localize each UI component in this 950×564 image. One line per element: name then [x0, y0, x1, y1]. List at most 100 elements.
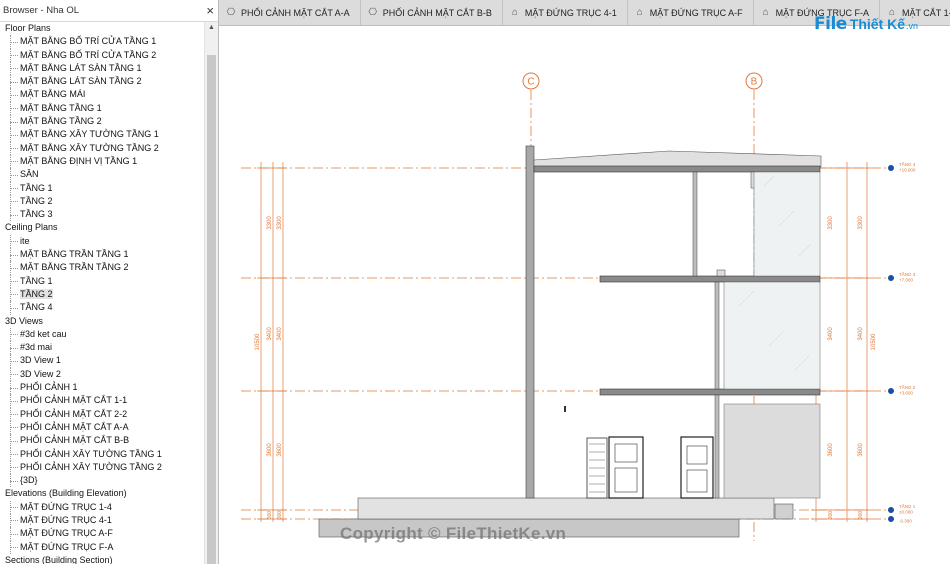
slab-level-2	[599, 388, 821, 396]
dim-label: 300	[277, 511, 283, 520]
3d-view-icon: ⎔	[226, 7, 236, 18]
browser-view-item[interactable]: MẶT ĐỨNG TRỤC 4-1	[0, 513, 204, 528]
exterior-wall	[525, 145, 535, 499]
browser-view-item[interactable]: PHỐI CẢNH MẶT CẮT B-B	[0, 434, 204, 448]
browser-view-item[interactable]: MẶT BẰNG LÁT SÀN TẦNG 2	[0, 75, 204, 89]
browser-view-label: TẦNG 4	[20, 302, 53, 313]
browser-category[interactable]: Floor Plans	[0, 22, 204, 35]
browser-view-label: PHỐI CẢNH MẶT CẮT B-B	[20, 435, 130, 446]
browser-view-label: TẦNG 1	[20, 182, 53, 193]
browser-view-item[interactable]: TẦNG 4	[0, 301, 204, 315]
browser-view-label: {3D}	[20, 475, 38, 486]
level-marker[interactable]: TẦNG 3 +7.000	[888, 271, 916, 283]
browser-view-label: MẶT ĐỨNG TRỤC F-A	[20, 541, 114, 552]
browser-view-item[interactable]: MẶT BẰNG LÁT SÀN TẦNG 1	[0, 61, 204, 76]
browser-view-item[interactable]: MẶT ĐỨNG TRỤC 1-4	[0, 500, 204, 515]
step-block	[774, 503, 794, 520]
view-tab-label: PHỐI CẢNH MẶT CẮT B-B	[382, 8, 492, 18]
browser-view-item[interactable]: PHỐI CẢNH XÂY TƯỜNG TẦNG 1	[0, 447, 204, 462]
browser-view-item[interactable]: MẶT BẰNG XÂY TƯỜNG TẦNG 2	[0, 141, 204, 156]
view-tab[interactable]: ⌂ MẶT ĐỨNG TRỤC A-F	[628, 0, 754, 25]
browser-category[interactable]: Ceiling Plans	[0, 221, 204, 234]
dim-label: 3300	[828, 216, 834, 230]
interior-column	[692, 171, 698, 277]
drawing-canvas[interactable]: C B 3300 3300 3400 3400 3600 3600 10500 …	[219, 26, 950, 564]
view-tab[interactable]: ⎔ PHỐI CẢNH MẶT CẮT A-A	[219, 0, 361, 25]
browser-view-label: PHỐI CẢNH MẶT CẮT A-A	[20, 421, 129, 432]
level-marker[interactable]: TẦNG 4 +10.000	[888, 161, 916, 173]
browser-view-item[interactable]: MẶT ĐỨNG TRỤC F-A	[0, 540, 204, 555]
browser-view-item[interactable]: TẦNG 2	[0, 194, 204, 209]
elevation-icon: ⌂	[511, 7, 518, 18]
view-tab[interactable]: ⌂ MẶT ĐỨNG TRỤC 4-1	[503, 0, 628, 25]
scroll-thumb[interactable]	[207, 55, 216, 564]
browser-view-item[interactable]: SÂN	[0, 168, 204, 182]
browser-view-item[interactable]: #3d ket cau	[0, 327, 204, 342]
browser-view-item[interactable]: MẶT BẰNG BỐ TRÍ CỬA TẦNG 2	[0, 48, 204, 63]
browser-view-item[interactable]: TẦNG 1	[0, 274, 204, 289]
view-tab-label: MẶT ĐỨNG TRỤC A-F	[649, 8, 743, 18]
logo-file-text: File	[814, 14, 847, 34]
roof	[533, 150, 822, 168]
browser-view-item[interactable]: TẦNG 3	[0, 208, 204, 222]
browser-view-label: TẦNG 1	[20, 275, 53, 286]
browser-view-label: PHỐI CẢNH XÂY TƯỜNG TẦNG 2	[20, 461, 162, 472]
section-drawing: C B 3300 3300 3400 3400 3600 3600 10500 …	[241, 72, 916, 541]
left-dim-labels: 3300 3300 3400 3400 3600 3600 10500 300 …	[255, 216, 283, 520]
browser-view-item[interactable]: PHỐI CẢNH MẶT CẮT A-A	[0, 420, 204, 435]
browser-view-item[interactable]: PHỐI CẢNH MẶT CẮT 2-2	[0, 407, 204, 422]
level-name: TẦNG 3	[899, 271, 916, 277]
level-elevation: +10.000	[899, 168, 916, 173]
view-tab[interactable]: ⎔ PHỐI CẢNH MẶT CẮT B-B	[361, 0, 503, 25]
browser-view-label: MẶT ĐỨNG TRỤC A-F	[20, 528, 113, 539]
interior-column	[714, 394, 720, 499]
level-marker[interactable]: TẦNG 1 ±0.000	[888, 503, 916, 515]
browser-view-item[interactable]: 3D View 1	[0, 354, 204, 369]
browser-view-item[interactable]: {3D}	[0, 474, 204, 488]
elevation-icon: ⌂	[762, 7, 769, 18]
dim-label: 3600	[828, 443, 834, 457]
app-window: Browser - Nha OL × Floor Plans MẶT BẰNG B…	[0, 0, 950, 564]
floor-platform	[357, 497, 775, 520]
level-marker[interactable]: TẦNG 2 +3.600	[888, 384, 916, 396]
browser-view-item[interactable]: MẶT BẰNG ĐỊNH VỊ TẦNG 1	[0, 154, 204, 169]
browser-view-item[interactable]: PHỐI CẢNH 1	[0, 381, 204, 395]
level-marker[interactable]: -0.300	[888, 516, 912, 524]
browser-view-item[interactable]: PHỐI CẢNH XÂY TƯỜNG TẦNG 2	[0, 460, 204, 475]
browser-view-label: MẶT BẰNG TẦNG 2	[20, 116, 102, 127]
browser-category[interactable]: Elevations (Building Elevation)	[0, 487, 204, 500]
browser-view-label: PHỐI CẢNH XÂY TƯỜNG TẦNG 1	[20, 448, 162, 459]
browser-view-item[interactable]: PHỐI CẢNH MẶT CẮT 1-1	[0, 394, 204, 408]
dim-label: 3600	[858, 443, 864, 457]
glass-wall-middle	[723, 281, 821, 390]
browser-view-item[interactable]: MẶT BẰNG TRẦN TẦNG 2	[0, 261, 204, 275]
browser-view-item[interactable]: 3D View 2	[0, 367, 204, 382]
browser-view-label: MẶT BẰNG XÂY TƯỜNG TẦNG 2	[20, 142, 159, 153]
dim-label: 3300	[277, 216, 283, 230]
scroll-up-icon[interactable]: ▲	[205, 22, 218, 34]
browser-view-item[interactable]: TẦNG 1	[0, 181, 204, 196]
browser-category[interactable]: 3D Views	[0, 315, 204, 328]
door-main	[608, 436, 644, 499]
browser-scrollbar[interactable]: ▲	[204, 22, 218, 564]
browser-view-label: MẶT BẰNG LÁT SÀN TẦNG 1	[20, 62, 142, 73]
browser-view-item[interactable]: MẶT BẰNG MÁI	[0, 88, 204, 103]
close-icon[interactable]: ×	[206, 4, 214, 17]
elevation-icon: ⌂	[636, 7, 643, 18]
browser-view-item[interactable]: MẶT BẰNG TẦNG 2	[0, 115, 204, 129]
browser-view-item[interactable]: ite	[0, 234, 204, 249]
level-markers: TẦNG 4 +10.000 TẦNG 3 +7.000 TẦNG 2 +3.6…	[888, 161, 916, 524]
browser-view-item[interactable]: #3d mai	[0, 341, 204, 355]
browser-view-label: MẶT BẰNG LÁT SÀN TẦNG 2	[20, 76, 142, 87]
browser-category[interactable]: Sections (Building Section)	[0, 554, 204, 564]
3d-view-icon: ⎔	[368, 7, 378, 18]
browser-view-label: 3D View 1	[20, 355, 61, 366]
browser-view-item[interactable]: MẶT BẰNG TẦNG 1	[0, 101, 204, 116]
browser-view-item[interactable]: MẶT ĐỨNG TRỤC A-F	[0, 527, 204, 541]
glass-wall-upper	[753, 171, 821, 277]
browser-view-item[interactable]: MẶT BẰNG XÂY TƯỜNG TẦNG 1	[0, 128, 204, 142]
browser-view-item[interactable]: TẦNG 2	[0, 287, 204, 302]
browser-view-item[interactable]: MẶT BẰNG BỐ TRÍ CỬA TẦNG 1	[0, 35, 204, 49]
browser-view-item[interactable]: MẶT BẰNG TRẦN TẦNG 1	[0, 248, 204, 262]
grid-bubble-label-c: C	[527, 77, 534, 88]
